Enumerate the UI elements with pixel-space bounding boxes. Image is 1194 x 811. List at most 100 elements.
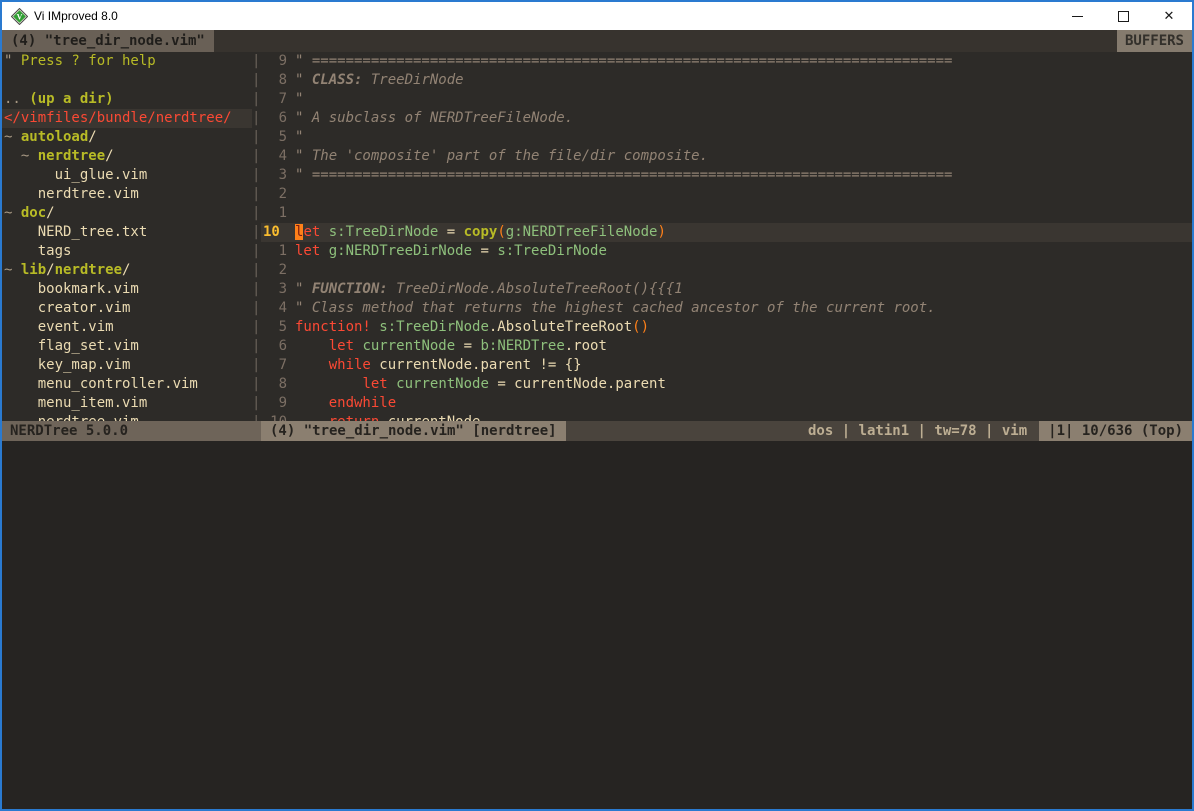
- code-text: endwhile: [295, 394, 1192, 413]
- line-number: 8: [261, 71, 295, 90]
- code-text: " CLASS: TreeDirNode: [295, 71, 1192, 90]
- tree-up-a-dir[interactable]: .. (up a dir): [2, 90, 252, 109]
- line-number: 9: [261, 52, 295, 71]
- code-panel: 9" =====================================…: [261, 52, 1192, 421]
- tree-root-path[interactable]: </vimfiles/bundle/nerdtree/: [2, 109, 252, 128]
- window-titlebar: V Vi IMproved 8.0 ✕: [2, 2, 1192, 30]
- tree-item[interactable]: event.vim: [2, 318, 252, 337]
- blank-line: [2, 71, 252, 90]
- code-text: [295, 204, 1192, 223]
- code-line[interactable]: 7 while currentNode.parent != {}: [261, 356, 1192, 375]
- separator-pipe: |: [252, 204, 261, 223]
- code-text: " FUNCTION: TreeDirNode.AbsoluteTreeRoot…: [295, 280, 1192, 299]
- separator-pipe: |: [252, 71, 261, 90]
- code-line[interactable]: 6 let currentNode = b:NERDTree.root: [261, 337, 1192, 356]
- vim-statusline: NERDTree 5.0.0 (4) "tree_dir_node.vim" […: [2, 421, 1192, 441]
- maximize-button[interactable]: [1100, 2, 1146, 30]
- separator-pipe: |: [252, 147, 261, 166]
- tree-help-line[interactable]: " Press ? for help: [2, 52, 252, 71]
- code-line[interactable]: 6" A subclass of NERDTreeFileNode.: [261, 109, 1192, 128]
- line-number: 4: [261, 299, 295, 318]
- separator-pipe: |: [252, 52, 261, 71]
- line-number: 7: [261, 90, 295, 109]
- line-number: 6: [261, 337, 295, 356]
- code-text: let g:NERDTreeDirNode = s:TreeDirNode: [295, 242, 1192, 261]
- nerdtree-status: NERDTree 5.0.0: [2, 421, 261, 441]
- code-line[interactable]: 5function! s:TreeDirNode.AbsoluteTreeRoo…: [261, 318, 1192, 337]
- line-number: 5: [261, 318, 295, 337]
- minimize-button[interactable]: [1054, 2, 1100, 30]
- separator-pipe: |: [252, 90, 261, 109]
- code-line[interactable]: 9" =====================================…: [261, 52, 1192, 71]
- separator-pipe: |: [252, 185, 261, 204]
- tree-item[interactable]: ui_glue.vim: [2, 166, 252, 185]
- line-number: 2: [261, 185, 295, 204]
- code-text: function! s:TreeDirNode.AbsoluteTreeRoot…: [295, 318, 1192, 337]
- vim-app-icon: V: [11, 8, 28, 25]
- separator-pipe: |: [252, 128, 261, 147]
- tree-item[interactable]: NERD_tree.txt: [2, 223, 252, 242]
- code-text: " ======================================…: [295, 52, 1192, 71]
- tree-item[interactable]: flag_set.vim: [2, 337, 252, 356]
- code-line[interactable]: 9 endwhile: [261, 394, 1192, 413]
- separator-pipe: |: [252, 318, 261, 337]
- code-line[interactable]: 3" =====================================…: [261, 166, 1192, 185]
- tree-item[interactable]: ~ nerdtree/: [2, 147, 252, 166]
- line-number: 1: [261, 242, 295, 261]
- separator-pipe: |: [252, 394, 261, 413]
- code-line[interactable]: 10 return currentNode: [261, 413, 1192, 421]
- code-line[interactable]: 8 let currentNode = currentNode.parent: [261, 375, 1192, 394]
- tree-item[interactable]: nerdtree.vim: [2, 185, 252, 204]
- window-separator[interactable]: |||||||||||||||||||||||||||||||||||||: [252, 52, 261, 421]
- separator-pipe: |: [252, 356, 261, 375]
- tree-item[interactable]: tags: [2, 242, 252, 261]
- code-line[interactable]: 2: [261, 261, 1192, 280]
- tree-item[interactable]: nerdtree.vim: [2, 413, 252, 421]
- status-position: |1| 10/636 (Top): [1039, 421, 1192, 441]
- code-text: while currentNode.parent != {}: [295, 356, 1192, 375]
- code-text: let currentNode = b:NERDTree.root: [295, 337, 1192, 356]
- line-number: 5: [261, 128, 295, 147]
- code-text: " The 'composite' part of the file/dir c…: [295, 147, 1192, 166]
- tree-item[interactable]: bookmark.vim: [2, 280, 252, 299]
- line-number: 2: [261, 261, 295, 280]
- current-code-line[interactable]: 10let s:TreeDirNode = copy(g:NERDTreeFil…: [261, 223, 1192, 242]
- separator-pipe: |: [252, 280, 261, 299]
- svg-text:V: V: [17, 12, 23, 21]
- separator-pipe: |: [252, 337, 261, 356]
- active-buffer-tab[interactable]: (4) "tree_dir_node.vim": [2, 30, 214, 52]
- code-line[interactable]: 1: [261, 204, 1192, 223]
- tree-item[interactable]: creator.vim: [2, 299, 252, 318]
- code-line[interactable]: 3" FUNCTION: TreeDirNode.AbsoluteTreeRoo…: [261, 280, 1192, 299]
- nerdtree-panel: " Press ? for help .. (up a dir)</vimfile…: [2, 52, 252, 421]
- code-text: [295, 261, 1192, 280]
- tree-item[interactable]: menu_controller.vim: [2, 375, 252, 394]
- code-text: let currentNode = currentNode.parent: [295, 375, 1192, 394]
- editor-area: " Press ? for help .. (up a dir)</vimfile…: [2, 52, 1192, 421]
- separator-pipe: |: [252, 166, 261, 185]
- code-line[interactable]: 1let g:NERDTreeDirNode = s:TreeDirNode: [261, 242, 1192, 261]
- close-button[interactable]: ✕: [1146, 2, 1192, 30]
- line-number: 10: [261, 413, 295, 421]
- code-line[interactable]: 2: [261, 185, 1192, 204]
- tree-item[interactable]: ~ doc/: [2, 204, 252, 223]
- line-number: 7: [261, 356, 295, 375]
- window-controls: ✕: [1054, 2, 1192, 30]
- code-line[interactable]: 7": [261, 90, 1192, 109]
- line-number: 3: [261, 166, 295, 185]
- separator-pipe: |: [252, 299, 261, 318]
- tree-item[interactable]: key_map.vim: [2, 356, 252, 375]
- code-line[interactable]: 4" The 'composite' part of the file/dir …: [261, 147, 1192, 166]
- code-text: [295, 185, 1192, 204]
- code-text: let s:TreeDirNode = copy(g:NERDTreeFileN…: [295, 223, 1192, 242]
- command-line[interactable]: [2, 441, 1192, 810]
- tree-item[interactable]: menu_item.vim: [2, 394, 252, 413]
- code-text: ": [295, 128, 1192, 147]
- code-line[interactable]: 4" Class method that returns the highest…: [261, 299, 1192, 318]
- tree-item[interactable]: ~ autoload/: [2, 128, 252, 147]
- code-line[interactable]: 5": [261, 128, 1192, 147]
- code-text: return currentNode: [295, 413, 1192, 421]
- code-line[interactable]: 8" CLASS: TreeDirNode: [261, 71, 1192, 90]
- separator-pipe: |: [252, 261, 261, 280]
- tree-item[interactable]: ~ lib/nerdtree/: [2, 261, 252, 280]
